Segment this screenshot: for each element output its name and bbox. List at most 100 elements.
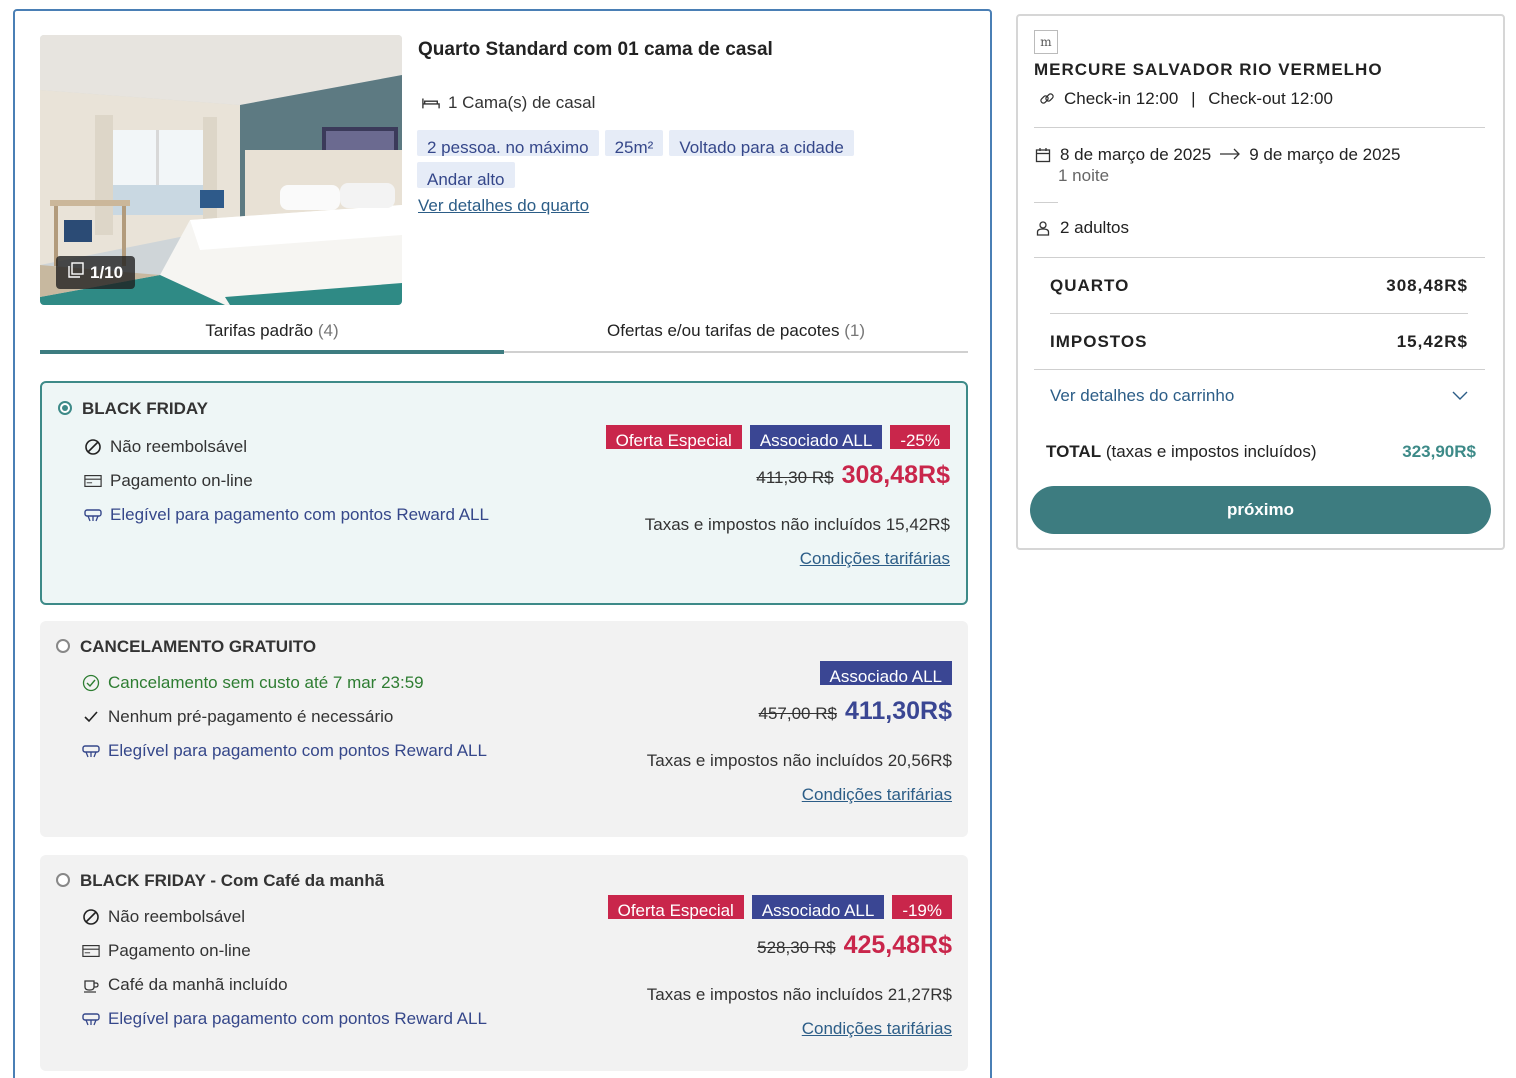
rate-conditions-link[interactable]: Condições tarifárias — [802, 785, 952, 805]
feature-reward-points: Elegível para pagamento com pontos Rewar… — [82, 741, 487, 761]
tag-size: 25m² — [604, 130, 664, 156]
person-icon — [1034, 219, 1052, 237]
chevron-down-icon — [1452, 386, 1468, 406]
guests-label: 2 adultos — [1060, 218, 1129, 237]
rate-badges: Oferta Especial Associado ALL -25% — [605, 425, 950, 449]
tax-note: Taxas e impostos não incluídos 20,56R$ — [646, 751, 952, 770]
rate-badges: Associado ALL — [819, 661, 952, 685]
total-label-group: TOTAL (taxas e impostos incluídos) — [1046, 442, 1317, 462]
price-line: 457,00 R$ 411,30R$ — [759, 697, 953, 726]
credit-card-icon — [84, 472, 102, 490]
tab-standard-rates[interactable]: Tarifas padrão (4) — [40, 317, 504, 354]
tab-standard-count: (4) — [317, 321, 339, 340]
tag-view: Voltado para a cidade — [669, 130, 854, 156]
checkout-time: Check-out 12:00 — [1208, 89, 1333, 108]
divider — [1034, 369, 1485, 370]
tax-value: 15,42R$ — [1396, 332, 1468, 351]
hotel-name: MERCURE SALVADOR RIO VERMELHO — [1034, 60, 1383, 79]
total-row: TOTAL (taxas e impostos incluídos) 323,9… — [1046, 442, 1476, 462]
room-details-link[interactable]: Ver detalhes do quarto — [418, 196, 589, 216]
badge-discount: -25% — [890, 425, 950, 449]
no-entry-icon — [84, 438, 102, 456]
bed-label: 1 Cama(s) de casal — [448, 93, 596, 112]
checkin-time: Check-in 12:00 — [1064, 89, 1179, 108]
bed-info: 1 Cama(s) de casal — [422, 93, 595, 113]
feature-reward-points: Elegível para pagamento com pontos Rewar… — [84, 505, 489, 525]
feature-reward-points: Elegível para pagamento com pontos Rewar… — [82, 1009, 487, 1029]
current-price: 308,48R$ — [841, 461, 950, 489]
reward-points-icon — [82, 742, 100, 760]
tab-package-label: Ofertas e/ou tarifas de pacotes — [607, 321, 840, 340]
badge-member: Associado ALL — [749, 425, 883, 449]
rate-option[interactable]: CANCELAMENTO GRATUITO Cancelamento sem c… — [40, 621, 968, 837]
feature-non-refundable: Não reembolsável — [84, 437, 247, 457]
check-circle-icon — [82, 674, 100, 692]
feature-label: Nenhum pré-pagamento é necessário — [108, 707, 394, 726]
room-price-label: QUARTO — [1050, 276, 1130, 295]
rate-name: BLACK FRIDAY - Com Café da manhã — [80, 871, 385, 890]
booking-summary: m MERCURE SALVADOR RIO VERMELHO Check-in… — [1016, 14, 1505, 550]
price-line: 528,30 R$ 425,48R$ — [757, 931, 952, 960]
credit-card-icon — [82, 942, 100, 960]
tax-note: Taxas e impostos não incluídos 21,27R$ — [646, 985, 952, 1004]
total-note: (taxas e impostos incluídos) — [1105, 442, 1317, 461]
current-price: 425,48R$ — [843, 931, 952, 959]
divider — [1050, 313, 1468, 314]
rate-option[interactable]: BLACK FRIDAY - Com Café da manhã Não ree… — [40, 855, 968, 1071]
tag-capacity: 2 pessoa. no máximo — [417, 130, 599, 156]
total-label: TOTAL — [1046, 442, 1102, 461]
rate-option[interactable]: BLACK FRIDAY Não reembolsável Pagamento … — [40, 381, 968, 605]
old-price: 411,30 R$ — [756, 468, 834, 487]
rate-radio[interactable] — [56, 639, 70, 653]
tax-note: Taxas e impostos não incluídos 15,42R$ — [644, 515, 950, 534]
price-line: 411,30 R$ 308,48R$ — [756, 461, 950, 490]
hotel-logo-icon: m — [1034, 30, 1058, 54]
room-price-row: QUARTO 308,48R$ — [1050, 276, 1468, 296]
room-photo[interactable]: 1/10 — [40, 35, 402, 305]
cart-details-label: Ver detalhes do carrinho — [1050, 386, 1235, 405]
feature-online-payment: Pagamento on-line — [84, 471, 253, 491]
feature-label: Elegível para pagamento com pontos Rewar… — [108, 741, 487, 760]
rate-name: BLACK FRIDAY — [82, 399, 208, 418]
photo-counter-text: 1/10 — [90, 262, 124, 282]
total-value: 323,90R$ — [1402, 442, 1476, 461]
nights-count: 1 noite — [1058, 166, 1110, 185]
rate-conditions-link[interactable]: Condições tarifárias — [800, 549, 950, 569]
rate-radio-selected[interactable] — [58, 401, 72, 415]
rate-name: CANCELAMENTO GRATUITO — [80, 637, 317, 656]
feature-non-refundable: Não reembolsável — [82, 907, 245, 927]
rate-radio[interactable] — [56, 873, 70, 887]
date-from: 8 de março de 2025 — [1060, 145, 1212, 164]
checkin-checkout: Check-in 12:00 | Check-out 12:00 — [1038, 89, 1333, 109]
feature-label: Elegível para pagamento com pontos Rewar… — [110, 505, 489, 524]
feature-label: Cancelamento sem custo até 7 mar 23:59 — [108, 673, 424, 692]
gallery-icon — [68, 262, 84, 283]
date-to: 9 de março de 2025 — [1249, 145, 1401, 164]
rate-tabs: Tarifas padrão (4) Ofertas e/ou tarifas … — [40, 317, 968, 354]
no-entry-icon — [82, 908, 100, 926]
feature-online-payment: Pagamento on-line — [82, 941, 251, 961]
feature-free-cancellation: Cancelamento sem custo até 7 mar 23:59 — [82, 673, 424, 693]
guests[interactable]: 2 adultos — [1034, 218, 1129, 238]
tab-package-offers[interactable]: Ofertas e/ou tarifas de pacotes (1) — [504, 317, 968, 351]
coffee-cup-icon — [82, 976, 100, 994]
tax-label: IMPOSTOS — [1050, 332, 1148, 351]
rate-conditions-link[interactable]: Condições tarifárias — [802, 1019, 952, 1039]
divider — [1034, 257, 1485, 258]
cart-details-toggle[interactable]: Ver detalhes do carrinho — [1050, 386, 1468, 406]
badge-special-offer: Oferta Especial — [607, 895, 744, 919]
old-price: 528,30 R$ — [757, 938, 836, 957]
tax-row: IMPOSTOS 15,42R$ — [1050, 332, 1468, 352]
calendar-icon — [1034, 146, 1052, 164]
stay-dates[interactable]: 8 de março de 2025 9 de março de 2025 — [1034, 145, 1400, 165]
room-title: Quarto Standard com 01 cama de casal — [418, 39, 773, 60]
tag-floor: Andar alto — [417, 162, 515, 188]
feature-label: Não reembolsável — [108, 907, 246, 926]
room-price-value: 308,48R$ — [1386, 276, 1468, 295]
rate-badges: Oferta Especial Associado ALL -19% — [607, 895, 952, 919]
room-card: 1/10 Quarto Standard com 01 cama de casa… — [13, 9, 992, 1078]
photo-counter[interactable]: 1/10 — [56, 256, 136, 289]
room-tags: 2 pessoa. no máximo 25m² Voltado para a … — [417, 130, 887, 188]
next-button[interactable]: próximo — [1030, 486, 1491, 534]
tab-package-count: (1) — [844, 321, 865, 340]
